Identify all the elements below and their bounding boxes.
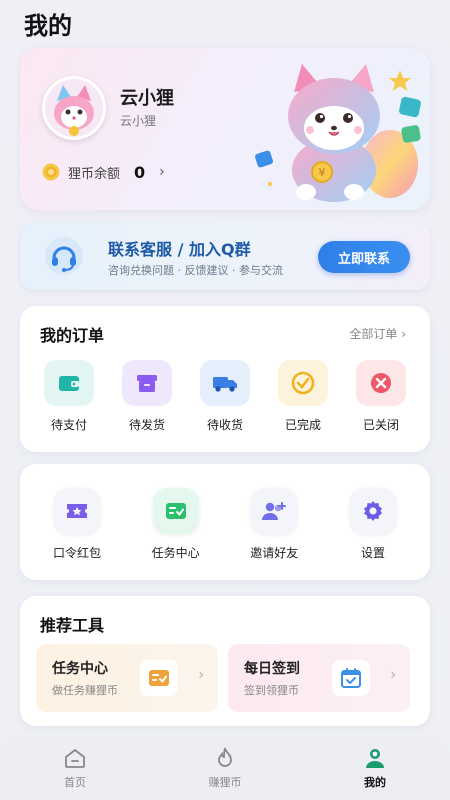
- nav-label: 首页: [64, 776, 86, 789]
- customer-service-banner: 联系客服 / 加入Q群 咨询兑换问题 · 反馈建议 · 参与交流 立即联系: [20, 222, 430, 290]
- profile-card: 云小狸 云小狸 狸币余额 0 › ¥: [20, 48, 430, 210]
- orders-title: 我的订单: [40, 326, 105, 345]
- calendar-check-icon: [332, 660, 370, 696]
- service-red-packet-code[interactable]: 口令红包: [32, 488, 122, 561]
- tool-subtitle: 做任务赚狸币: [52, 684, 118, 697]
- service-invite-friends[interactable]: 邀请好友: [229, 488, 319, 561]
- nav-home[interactable]: 首页: [25, 746, 125, 790]
- tool-title: 任务中心: [52, 661, 108, 677]
- chevron-right-icon: ›: [198, 667, 204, 683]
- task-list-icon: [152, 488, 199, 534]
- gear-icon: [349, 488, 396, 534]
- fox-mascot-illustration: ¥: [255, 64, 421, 202]
- svg-text:¥: ¥: [319, 166, 326, 179]
- service-label: 邀请好友: [250, 546, 299, 560]
- tool-daily-checkin[interactable]: 每日签到 签到领狸币 ›: [228, 644, 410, 712]
- package-icon: [122, 360, 172, 406]
- service-title: 联系客服 / 加入Q群: [108, 240, 251, 259]
- flame-icon: [218, 746, 232, 767]
- balance-label: 狸币余额: [68, 166, 121, 182]
- service-task-center[interactable]: 任务中心: [131, 488, 221, 561]
- order-label: 待发货: [128, 418, 165, 432]
- invite-user-icon: [251, 488, 298, 534]
- order-pending-shipment[interactable]: 待发货: [110, 360, 184, 433]
- avatar[interactable]: [42, 76, 106, 140]
- nav-earn-coins[interactable]: 赚狸币: [175, 746, 275, 790]
- all-orders-label: 全部订单: [349, 327, 398, 341]
- tool-title: 每日签到: [244, 661, 300, 677]
- recommended-tools-card: 推荐工具 任务中心 做任务赚狸币 › 每日签到 签到领狸币 ›: [20, 596, 430, 726]
- service-subtitle: 咨询兑换问题 · 反馈建议 · 参与交流: [108, 264, 283, 277]
- profile-name: 云小狸: [120, 88, 174, 109]
- order-label: 已完成: [284, 418, 321, 432]
- check-circle-icon: [278, 360, 328, 406]
- contact-now-button[interactable]: 立即联系: [318, 241, 410, 273]
- order-pending-payment[interactable]: 待支付: [32, 360, 106, 433]
- headset-icon: [45, 237, 83, 275]
- ticket-icon: [54, 488, 100, 534]
- service-settings[interactable]: 设置: [328, 488, 418, 561]
- all-orders-link[interactable]: 全部订单 ›: [349, 325, 406, 342]
- nav-label: 我的: [364, 776, 386, 789]
- task-list-icon: [140, 660, 178, 696]
- order-label: 待收货: [206, 418, 243, 432]
- service-label: 口令红包: [52, 546, 101, 560]
- tools-title: 推荐工具: [40, 616, 105, 635]
- order-closed[interactable]: 已关闭: [344, 360, 418, 433]
- tool-task-center[interactable]: 任务中心 做任务赚狸币 ›: [36, 644, 218, 712]
- bottom-nav: 首页 赚狸币 我的: [0, 736, 450, 800]
- balance-value: 0: [134, 162, 146, 182]
- order-label: 已关闭: [362, 418, 399, 432]
- page-title: 我的: [24, 12, 72, 40]
- order-completed[interactable]: 已完成: [266, 360, 340, 433]
- order-pending-receipt[interactable]: 待收货: [188, 360, 262, 433]
- service-label: 设置: [360, 546, 385, 560]
- coin-icon: [42, 163, 60, 181]
- profile-subtitle: 云小狸: [120, 114, 157, 128]
- nav-mine[interactable]: 我的: [325, 746, 425, 790]
- balance-row[interactable]: 狸币余额 0 ›: [42, 160, 165, 184]
- service-label: 任务中心: [151, 546, 200, 560]
- truck-icon: [200, 360, 250, 406]
- services-card: 口令红包 任务中心 邀请好友 设置: [20, 464, 430, 580]
- chevron-right-icon: ›: [390, 667, 396, 683]
- user-icon: [366, 749, 384, 768]
- wallet-icon: [44, 360, 94, 406]
- nav-label: 赚狸币: [208, 776, 242, 789]
- tool-subtitle: 签到领狸币: [244, 684, 299, 697]
- close-circle-icon: [356, 360, 406, 406]
- chevron-right-icon: ›: [401, 327, 406, 341]
- home-icon: [65, 748, 85, 768]
- my-orders-card: 我的订单 全部订单 › 待支付 待发货 待收货 已完成 已关闭: [20, 306, 430, 452]
- chevron-right-icon: ›: [159, 164, 165, 180]
- order-label: 待支付: [50, 418, 87, 432]
